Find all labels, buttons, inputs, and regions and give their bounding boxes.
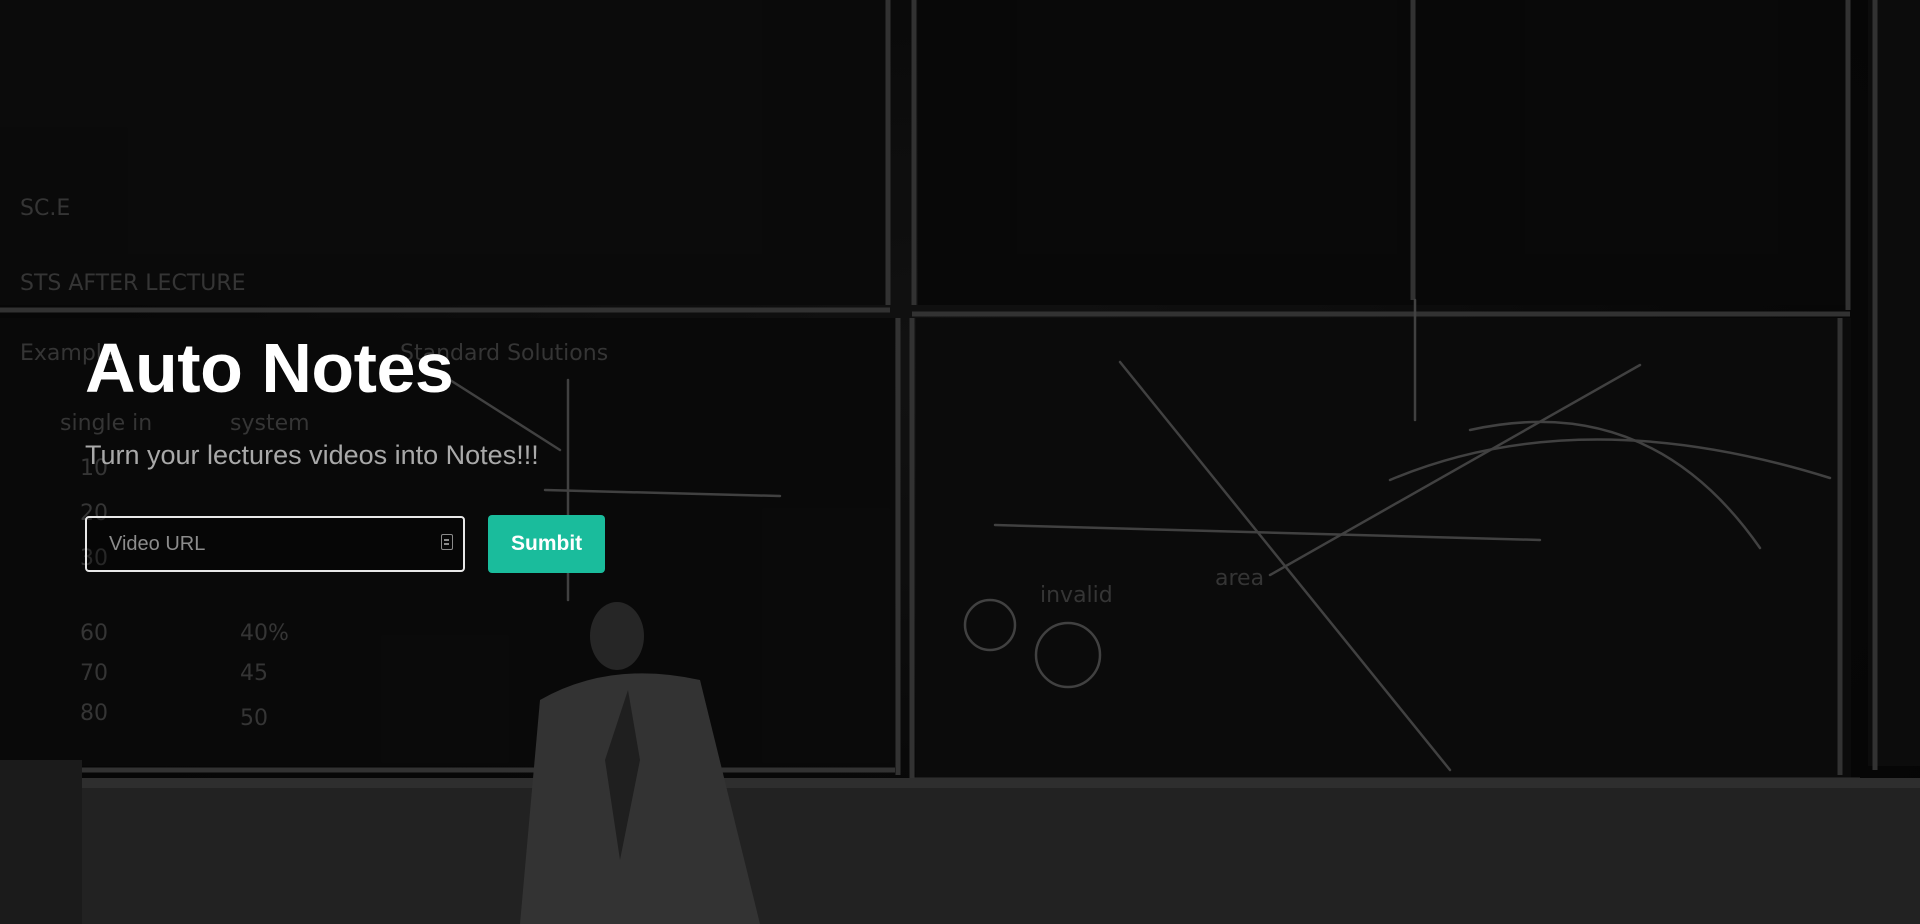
video-url-input[interactable]: [87, 518, 409, 570]
page-title: Auto Notes: [85, 329, 454, 407]
submit-button[interactable]: Sumbit: [488, 515, 606, 573]
hero-section: SC.E STS AFTER LECTURE Example Standard …: [0, 0, 1920, 924]
page-subtitle: Turn your lectures videos into Notes!!!: [85, 440, 539, 470]
autofill-card-icon[interactable]: [441, 534, 453, 550]
video-url-field: [85, 516, 465, 572]
hero-content: Auto Notes Turn your lectures videos int…: [85, 325, 985, 573]
url-form: Sumbit: [85, 515, 985, 573]
